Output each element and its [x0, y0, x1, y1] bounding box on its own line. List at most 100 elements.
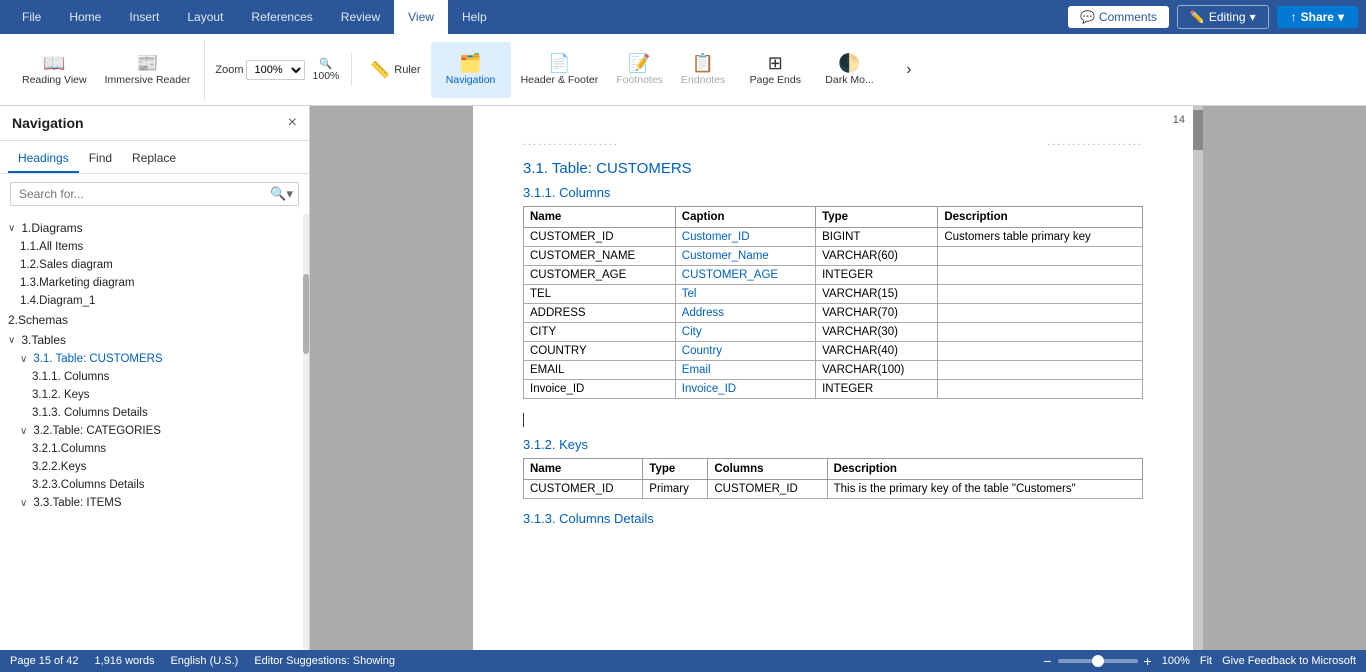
nav-item-schemas[interactable]: 2.Schemas	[0, 310, 309, 330]
nav-item-items-table[interactable]: ∨ 3.3.Table: ITEMS	[0, 494, 309, 512]
table-cell: CUSTOMER_ID	[708, 480, 827, 499]
keys-table: Name Type Columns Description CUSTOMER_I…	[523, 458, 1143, 499]
table-cell	[938, 247, 1143, 266]
dark-mode-icon: 🌓	[838, 54, 860, 72]
menu-review[interactable]: Review	[327, 0, 394, 34]
table-cell: This is the primary key of the table "Cu…	[827, 480, 1142, 499]
nav-item-cat-columns-details[interactable]: 3.2.3.Columns Details	[0, 476, 309, 494]
nav-item-tables[interactable]: ∨ 3.Tables	[0, 330, 309, 350]
table-cell: CUSTOMER_ID	[524, 480, 643, 499]
editor-suggestions[interactable]: Editor Suggestions: Showing	[254, 655, 395, 667]
nav-item-all-items[interactable]: 1.1.All Items	[0, 238, 309, 256]
ribbon-views-group: 📖 Reading View 📰 Immersive Reader	[8, 40, 205, 100]
nav-scrollbar-thumb[interactable]	[303, 274, 309, 354]
key-header-desc: Description	[827, 459, 1142, 480]
menu-home[interactable]: Home	[55, 0, 115, 34]
table-cell	[938, 380, 1143, 399]
app-body: Navigation × Headings Find Replace 🔍▾ ∨ …	[0, 106, 1366, 650]
share-icon: ↑	[1291, 10, 1297, 24]
chevron-right-icon: ›	[906, 61, 911, 79]
zoom-select[interactable]: 100%	[246, 60, 305, 80]
table-cell: Invoice_ID	[675, 380, 815, 399]
section-heading-customers: 3.1. Table: CUSTOMERS	[523, 160, 1143, 177]
chevron-down-icon: ∨	[8, 223, 15, 234]
fit-button[interactable]: Fit	[1200, 655, 1212, 667]
table-cell: VARCHAR(70)	[816, 304, 938, 323]
endnotes-button[interactable]: 📋 Endnotes	[673, 42, 733, 98]
menu-references[interactable]: References	[237, 0, 326, 34]
menu-help[interactable]: Help	[448, 0, 501, 34]
header-footer-icon: 📄	[548, 54, 570, 72]
nav-item-categories[interactable]: ∨ 3.2.Table: CATEGORIES	[0, 422, 309, 440]
zoom-slider[interactable]	[1058, 659, 1138, 663]
table-row: ADDRESSAddressVARCHAR(70)	[524, 304, 1143, 323]
nav-panel-title: Navigation	[12, 115, 84, 131]
table-row: CUSTOMER_IDPrimaryCUSTOMER_IDThis is the…	[524, 480, 1143, 499]
navigation-icon: 🗂️	[459, 54, 481, 72]
sub-heading-keys: 3.1.2. Keys	[523, 437, 1143, 452]
tab-replace[interactable]: Replace	[122, 145, 186, 173]
nav-item-diagrams[interactable]: ∨ 1.Diagrams	[0, 218, 309, 238]
key-header-columns: Columns	[708, 459, 827, 480]
nav-item-marketing-diagram[interactable]: 1.3.Marketing diagram	[0, 274, 309, 292]
key-header-type: Type	[643, 459, 708, 480]
search-icon[interactable]: 🔍▾	[270, 186, 293, 202]
share-button[interactable]: ↑ Share ▾	[1277, 6, 1358, 28]
page-ends-button[interactable]: ⊞ Page Ends	[735, 42, 815, 98]
zoom-bar: − +	[1043, 653, 1151, 669]
comments-button[interactable]: 💬 Comments	[1068, 6, 1169, 28]
footnotes-button[interactable]: 📝 Footnotes	[608, 42, 671, 98]
table-cell	[938, 266, 1143, 285]
menu-insert[interactable]: Insert	[115, 0, 173, 34]
nav-item-columns-details[interactable]: 3.1.3. Columns Details	[0, 404, 309, 422]
zoom-plus-button[interactable]: +	[1144, 653, 1152, 669]
table-cell: CUSTOMER_NAME	[524, 247, 676, 266]
menu-layout[interactable]: Layout	[173, 0, 237, 34]
nav-close-button[interactable]: ×	[288, 114, 297, 132]
ruler-toggle[interactable]: 📏 Ruler	[362, 60, 428, 80]
table-cell: BIGINT	[816, 228, 938, 247]
nav-item-sales-diagram[interactable]: 1.2.Sales diagram	[0, 256, 309, 274]
table-row: EMAILEmailVARCHAR(100)	[524, 361, 1143, 380]
menu-view[interactable]: View	[394, 0, 448, 34]
document-area[interactable]: 14 ................... .................…	[310, 106, 1366, 650]
main-scroll-thumb[interactable]	[1193, 110, 1203, 150]
title-bar: File Home Insert Layout References Revie…	[0, 0, 1366, 34]
nav-item-cat-keys[interactable]: 3.2.2.Keys	[0, 458, 309, 476]
table-cell: CUSTOMER_ID	[524, 228, 676, 247]
nav-item-diagram-1[interactable]: 1.4.Diagram_1	[0, 292, 309, 310]
editing-button[interactable]: ✏️ Editing ▾	[1177, 5, 1269, 29]
more-button[interactable]: ›	[884, 42, 934, 98]
nav-item-cat-columns[interactable]: 3.2.1.Columns	[0, 440, 309, 458]
zoom-slider-thumb[interactable]	[1092, 655, 1104, 667]
nav-search-area: 🔍▾	[0, 174, 309, 214]
nav-item-columns[interactable]: 3.1.1. Columns	[0, 368, 309, 386]
chevron-down-icon2: ▾	[1338, 10, 1344, 24]
table-row: COUNTRYCountryVARCHAR(40)	[524, 342, 1143, 361]
sub-heading-columns-details: 3.1.3. Columns Details	[523, 511, 1143, 526]
tab-find[interactable]: Find	[79, 145, 122, 173]
document-page[interactable]: 14 ................... .................…	[473, 106, 1193, 650]
table-cell: Address	[675, 304, 815, 323]
dark-mode-button[interactable]: 🌓 Dark Mo...	[817, 42, 881, 98]
col-header-caption: Caption	[675, 207, 815, 228]
immersive-reader-button[interactable]: 📰 Immersive Reader	[97, 42, 199, 98]
menu-file[interactable]: File	[8, 0, 55, 34]
search-input[interactable]	[10, 182, 299, 206]
zoom-minus-button[interactable]: −	[1043, 653, 1051, 669]
language[interactable]: English (U.S.)	[170, 655, 238, 667]
pencil-icon: ✏️	[1190, 10, 1205, 24]
tab-headings[interactable]: Headings	[8, 145, 79, 173]
ruler-icon: 📏	[370, 60, 390, 80]
chevron-down-icon-tables: ∨	[8, 335, 15, 346]
feedback-button[interactable]: Give Feedback to Microsoft	[1222, 655, 1356, 667]
table-cell: INTEGER	[816, 266, 938, 285]
ribbon-zoom-group: Zoom 100% 🔍 100%	[209, 53, 352, 86]
header-footer-button[interactable]: 📄 Header & Footer	[513, 42, 607, 98]
nav-item-customers[interactable]: ∨ 3.1. Table: CUSTOMERS	[0, 350, 309, 368]
navigation-button[interactable]: 🗂️ Navigation	[431, 42, 511, 98]
immersive-reader-icon: 📰	[136, 54, 158, 72]
nav-item-keys[interactable]: 3.1.2. Keys	[0, 386, 309, 404]
reading-view-button[interactable]: 📖 Reading View	[14, 42, 95, 98]
100pct-button[interactable]: 🔍 100%	[307, 53, 346, 86]
